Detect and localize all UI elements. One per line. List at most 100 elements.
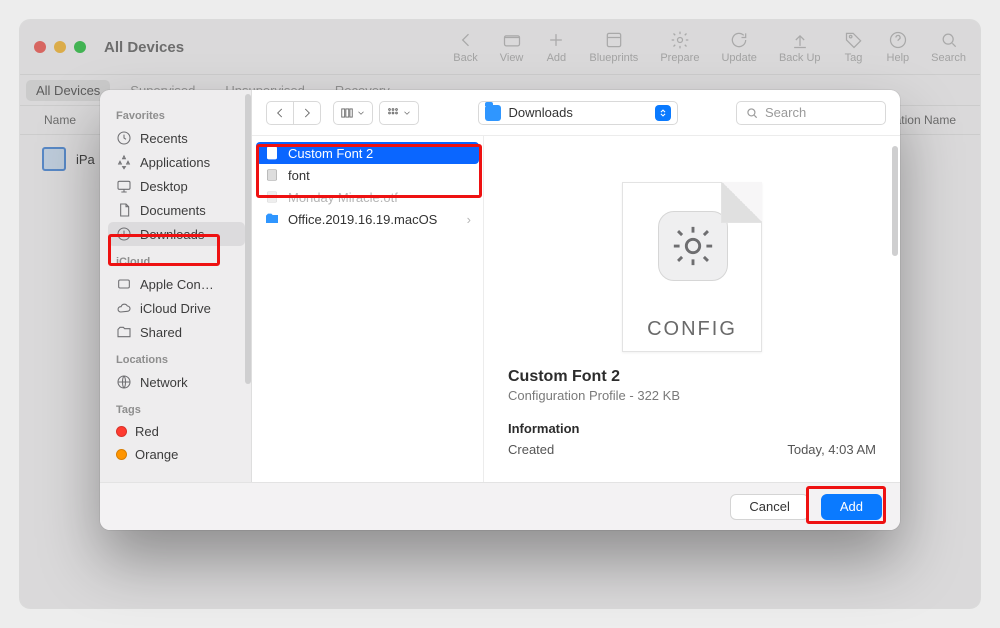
folder-icon [501, 30, 523, 50]
shared-folder-icon [116, 324, 132, 340]
toolbar-prepare[interactable]: Prepare [660, 30, 699, 64]
sidebar-item-documents[interactable]: Documents [108, 198, 245, 222]
apps-icon [116, 154, 132, 170]
sidebar-section-icloud: iCloud [116, 256, 237, 268]
blueprint-icon [603, 30, 625, 50]
preview-created-label: Created [508, 442, 554, 457]
search-input[interactable]: Search [736, 101, 886, 125]
sidebar-item-network[interactable]: Network [108, 370, 245, 394]
column-view: Custom Font 2 font Monday Miracle.otf Of… [252, 136, 900, 482]
gear-icon [669, 30, 691, 50]
preview-badge: CONFIG [623, 318, 761, 341]
sidebar-tag-red[interactable]: Red [108, 420, 245, 443]
clock-icon [116, 130, 132, 146]
filter-all-devices[interactable]: All Devices [26, 80, 110, 101]
device-glyph-ipad [42, 147, 66, 171]
preview-created-row: Created Today, 4:03 AM [508, 442, 876, 457]
nav-forward-button[interactable] [294, 101, 321, 125]
chevron-left-icon [455, 30, 477, 50]
toolbar-view[interactable]: View [500, 30, 524, 64]
toolbar-tag[interactable]: Tag [843, 30, 865, 64]
toolbar-blueprints[interactable]: Blueprints [589, 30, 638, 64]
toolbar-backup[interactable]: Back Up [779, 30, 821, 64]
sidebar-item-applications[interactable]: Applications [108, 150, 245, 174]
sidebar-item-recents[interactable]: Recents [108, 126, 245, 150]
globe-icon [116, 374, 132, 390]
document-icon [116, 202, 132, 218]
download-icon [116, 226, 132, 242]
preview-thumbnail: CONFIG [622, 182, 762, 352]
archive-file-icon [264, 167, 280, 183]
preview-subtitle: Configuration Profile - 322 KB [508, 388, 876, 403]
tag-icon [843, 30, 865, 50]
view-grid-button[interactable] [379, 101, 419, 125]
toolbar-search[interactable]: Search [931, 30, 966, 64]
view-columns-button[interactable] [333, 101, 373, 125]
file-row-monday-miracle[interactable]: Monday Miracle.otf [256, 186, 479, 208]
file-row-office-folder[interactable]: Office.2019.16.19.macOS › [256, 208, 479, 230]
open-panel: Favorites Recents Applications Desktop D… [100, 90, 900, 530]
picker-toolbar: Downloads Search [252, 90, 900, 136]
toolbar-actions: Back View Add Blueprints Prepare Update … [453, 30, 966, 64]
plus-icon [545, 30, 567, 50]
window-controls[interactable] [34, 41, 86, 53]
cancel-button[interactable]: Cancel [730, 494, 808, 520]
upload-icon [789, 30, 811, 50]
search-placeholder: Search [765, 105, 806, 120]
add-button[interactable]: Add [821, 494, 882, 520]
gear-icon [658, 211, 728, 281]
toolbar-add[interactable]: Add [545, 30, 567, 64]
toolbar-back[interactable]: Back [453, 30, 477, 64]
config-file-icon [264, 145, 280, 161]
sidebar-section-locations: Locations [116, 354, 237, 366]
preview-created-value: Today, 4:03 AM [787, 442, 876, 457]
sidebar-scrollbar[interactable] [244, 90, 252, 482]
box-icon [116, 276, 132, 292]
toolbar-help[interactable]: Help [887, 30, 910, 64]
folder-icon [264, 211, 280, 227]
sidebar-tag-orange[interactable]: Orange [108, 443, 245, 466]
preview-title: Custom Font 2 [508, 368, 876, 386]
window-toolbar: All Devices Back View Add Blueprints Pre… [20, 20, 980, 75]
col-name[interactable]: Name [44, 113, 76, 127]
refresh-icon [728, 30, 750, 50]
chevron-right-icon: › [467, 212, 471, 227]
location-label: Downloads [509, 105, 573, 120]
sidebar-item-apple-configurator[interactable]: Apple Con… [108, 272, 245, 296]
device-name: iPa [76, 152, 95, 167]
tag-dot-orange-icon [116, 449, 127, 460]
nav-back-button[interactable] [266, 101, 294, 125]
file-preview: CONFIG Custom Font 2 Configuration Profi… [484, 136, 900, 482]
folder-icon [485, 105, 501, 121]
tag-dot-red-icon [116, 426, 127, 437]
close-window-icon[interactable] [34, 41, 46, 53]
sidebar-section-favorites: Favorites [116, 110, 237, 122]
window-title: All Devices [104, 39, 184, 56]
desktop-icon [116, 178, 132, 194]
cloud-icon [116, 300, 132, 316]
zoom-window-icon[interactable] [74, 41, 86, 53]
open-panel-main: Downloads Search Custom Font 2 font [252, 90, 900, 482]
preview-info-header: Information [508, 421, 876, 436]
sidebar-item-icloud-drive[interactable]: iCloud Drive [108, 296, 245, 320]
sidebar-item-desktop[interactable]: Desktop [108, 174, 245, 198]
minimize-window-icon[interactable] [54, 41, 66, 53]
file-row-custom-font-2[interactable]: Custom Font 2 [256, 142, 479, 164]
sidebar-item-shared[interactable]: Shared [108, 320, 245, 344]
open-panel-footer: Cancel Add [100, 482, 900, 530]
search-icon [745, 106, 759, 120]
view-switch [333, 101, 419, 125]
sidebar-section-tags: Tags [116, 404, 237, 416]
help-icon [887, 30, 909, 50]
nav-back-forward [266, 101, 321, 125]
sidebar-item-downloads[interactable]: Downloads [108, 222, 245, 246]
toolbar-update[interactable]: Update [721, 30, 756, 64]
open-panel-sidebar: Favorites Recents Applications Desktop D… [100, 90, 252, 482]
location-popup[interactable]: Downloads [478, 101, 678, 125]
file-row-font[interactable]: font [256, 164, 479, 186]
preview-scrollbar[interactable] [892, 146, 898, 471]
chevron-updown-icon [655, 105, 671, 121]
font-file-icon [264, 189, 280, 205]
file-column[interactable]: Custom Font 2 font Monday Miracle.otf Of… [252, 136, 484, 482]
search-icon [938, 30, 960, 50]
